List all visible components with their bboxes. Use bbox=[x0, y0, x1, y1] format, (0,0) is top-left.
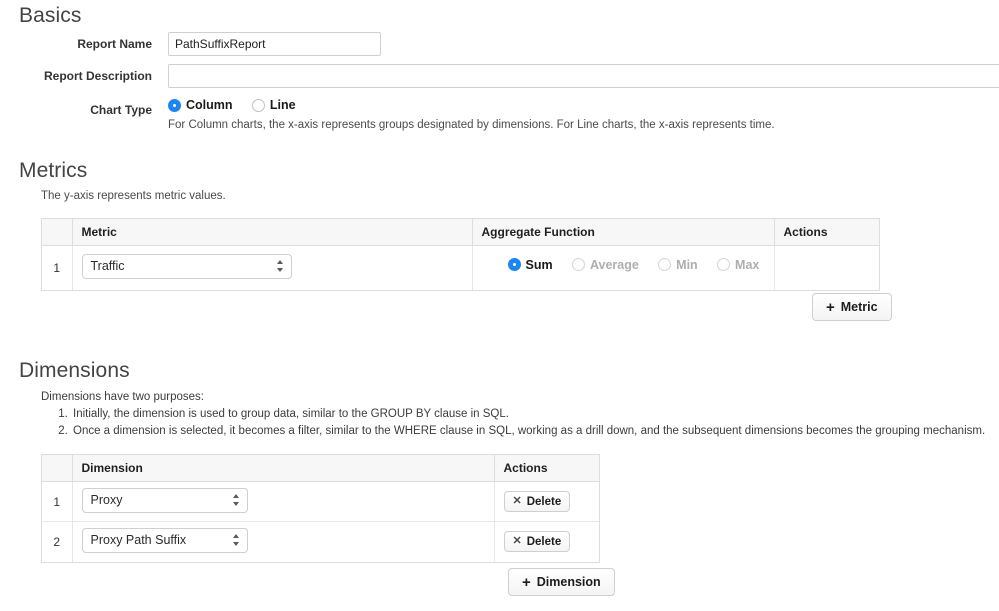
dimensions-table: Dimension Actions 1 Proxy ✕ Delete 2 Pro… bbox=[41, 454, 600, 563]
dimensions-section-title: Dimensions bbox=[19, 359, 130, 382]
list-item: Once a dimension is selected, it becomes… bbox=[71, 423, 985, 440]
metrics-col-actions: Actions bbox=[774, 219, 879, 246]
metrics-col-index bbox=[42, 219, 73, 246]
report-name-input[interactable] bbox=[168, 32, 381, 56]
dimension-select-value: Proxy bbox=[90, 492, 123, 507]
radio-icon bbox=[571, 258, 585, 272]
add-metric-label: Metric bbox=[840, 300, 878, 314]
report-name-row: Report Name bbox=[0, 32, 999, 56]
chart-type-label: Chart Type bbox=[90, 103, 152, 117]
dimensions-row-index: 2 bbox=[42, 521, 73, 562]
delete-dimension-button[interactable]: ✕ Delete bbox=[503, 491, 571, 512]
chart-type-option-label: Column bbox=[186, 98, 233, 112]
aggregate-option-sum[interactable]: Sum bbox=[507, 257, 553, 272]
dimensions-row-index: 1 bbox=[42, 481, 73, 522]
dimensions-points-list: Initially, the dimension is used to grou… bbox=[41, 406, 985, 440]
radio-icon bbox=[168, 98, 181, 112]
select-stepper-icon bbox=[276, 259, 284, 273]
select-stepper-icon bbox=[232, 533, 240, 547]
metrics-col-aggregate: Aggregate Function bbox=[472, 219, 775, 246]
aggregate-option-label: Max bbox=[735, 257, 760, 272]
close-x-icon: ✕ bbox=[512, 495, 522, 507]
dimensions-row-actions-cell: ✕ Delete bbox=[494, 521, 599, 562]
add-dimension-button[interactable]: + Dimension bbox=[508, 568, 615, 596]
aggregate-option-label: Sum bbox=[525, 257, 553, 272]
radio-icon bbox=[251, 98, 265, 112]
basics-section-title: Basics bbox=[19, 4, 82, 27]
dimensions-intro-block: Dimensions have two purposes: Initially,… bbox=[41, 389, 985, 440]
list-item: Initially, the dimension is used to grou… bbox=[71, 406, 985, 423]
delete-dimension-button[interactable]: ✕ Delete bbox=[503, 531, 571, 553]
dimensions-intro-text: Dimensions have two purposes: bbox=[41, 391, 204, 403]
metrics-section-title: Metrics bbox=[19, 159, 88, 182]
table-header-row: Dimension Actions bbox=[42, 455, 599, 482]
delete-label: Delete bbox=[526, 495, 562, 508]
dimensions-col-dimension: Dimension bbox=[72, 455, 495, 482]
report-name-label: Report Name bbox=[77, 37, 152, 51]
radio-icon bbox=[507, 258, 521, 272]
chart-type-option-column[interactable]: Column bbox=[168, 98, 233, 112]
report-description-input[interactable] bbox=[168, 64, 999, 88]
chart-type-radio-group: Column Line bbox=[168, 98, 312, 118]
dimensions-row-dimension-cell: Proxy Path Suffix bbox=[72, 521, 495, 562]
metrics-col-metric: Metric bbox=[72, 219, 473, 246]
plus-icon: + bbox=[522, 573, 531, 591]
dimension-select[interactable]: Proxy Path Suffix bbox=[81, 527, 248, 553]
table-row: 2 Proxy Path Suffix ✕ Delete bbox=[42, 521, 599, 562]
chart-type-option-line[interactable]: Line bbox=[251, 98, 296, 112]
aggregate-option-label: Min bbox=[676, 257, 698, 272]
dimensions-col-index bbox=[42, 455, 73, 482]
delete-label: Delete bbox=[526, 535, 562, 548]
table-row: 1 Proxy ✕ Delete bbox=[42, 481, 599, 522]
table-header-row: Metric Aggregate Function Actions bbox=[42, 219, 879, 246]
aggregate-option-label: Average bbox=[589, 257, 639, 272]
metrics-row-index: 1 bbox=[42, 245, 73, 290]
dimension-select[interactable]: Proxy bbox=[81, 487, 248, 513]
aggregate-option-min[interactable]: Min bbox=[658, 258, 698, 272]
add-dimension-label: Dimension bbox=[536, 575, 601, 589]
dimensions-row-actions-cell: ✕ Delete bbox=[494, 481, 599, 522]
aggregate-option-average[interactable]: Average bbox=[571, 257, 639, 272]
aggregate-option-max[interactable]: Max bbox=[717, 258, 759, 272]
radio-icon bbox=[717, 258, 731, 272]
chart-type-option-label: Line bbox=[269, 98, 296, 112]
radio-icon bbox=[658, 258, 672, 272]
table-row: 1 Traffic Sum Average Min Max bbox=[42, 245, 879, 290]
metric-select-value: Traffic bbox=[90, 258, 125, 273]
chart-type-help-text: For Column charts, the x-axis represents… bbox=[168, 119, 775, 131]
metrics-row-metric-cell: Traffic bbox=[72, 245, 473, 290]
dimensions-col-actions: Actions bbox=[494, 455, 599, 482]
metrics-row-aggregate-cell: Sum Average Min Max bbox=[472, 245, 775, 290]
dimension-select-value: Proxy Path Suffix bbox=[90, 532, 187, 547]
plus-icon: + bbox=[826, 298, 835, 316]
report-description-label: Report Description bbox=[43, 69, 152, 83]
metrics-table: Metric Aggregate Function Actions 1 Traf… bbox=[41, 218, 880, 291]
report-description-row: Report Description bbox=[0, 64, 999, 88]
dimensions-row-dimension-cell: Proxy bbox=[72, 481, 495, 522]
select-stepper-icon bbox=[232, 493, 240, 507]
close-x-icon: ✕ bbox=[512, 535, 522, 548]
metrics-help-text: The y-axis represents metric values. bbox=[41, 190, 226, 202]
metric-select[interactable]: Traffic bbox=[81, 253, 292, 279]
aggregate-function-radio-group: Sum Average Min Max bbox=[507, 257, 791, 278]
add-metric-button[interactable]: + Metric bbox=[812, 293, 892, 321]
